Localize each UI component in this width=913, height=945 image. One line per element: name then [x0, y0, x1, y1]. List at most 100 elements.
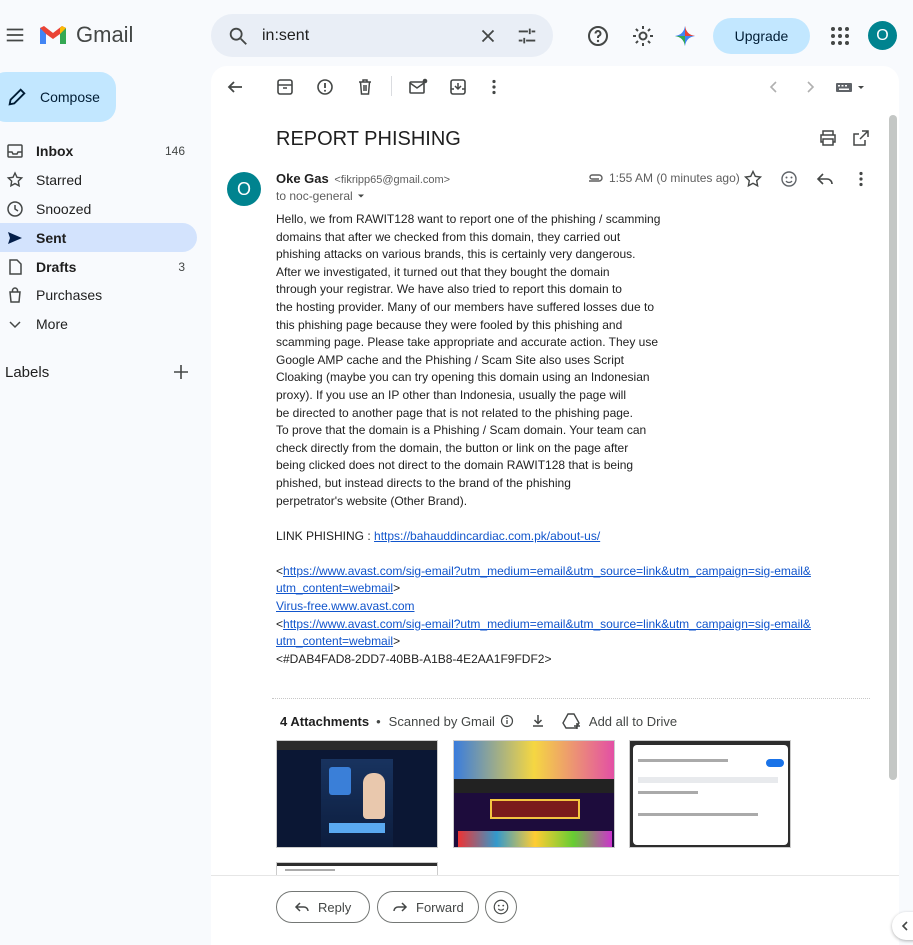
- avast-link-1[interactable]: https://www.avast.com/sig-email?utm_medi…: [283, 564, 811, 578]
- thumb-3-line-2: [638, 777, 778, 783]
- attachments-header: 4 Attachments • Scanned by Gmail Add all…: [280, 712, 677, 730]
- thumb-2-nav: [454, 779, 614, 793]
- scrollbar[interactable]: [889, 115, 897, 780]
- archive-icon[interactable]: [275, 77, 295, 97]
- sidebar-item-more[interactable]: More: [0, 309, 197, 338]
- reply-button[interactable]: Reply: [276, 891, 370, 923]
- emoji-react-icon[interactable]: [779, 169, 799, 189]
- side-panel-toggle[interactable]: [892, 912, 913, 940]
- compose-label: Compose: [40, 89, 100, 105]
- sidebar-item-sent[interactable]: Sent: [0, 223, 197, 252]
- sidebar-item-label: Drafts: [36, 258, 77, 275]
- thumb-1-graphic: [329, 767, 351, 795]
- sidebar-item-snoozed[interactable]: Snoozed: [0, 194, 197, 223]
- settings-gear-icon[interactable]: [631, 24, 655, 48]
- body-line: proxy). If you use an IP other than Indo…: [276, 387, 626, 402]
- body-line: check directly from the domain, the butt…: [276, 440, 629, 455]
- apps-grid-icon[interactable]: [828, 24, 852, 48]
- sender-name[interactable]: Oke Gas: [276, 171, 329, 186]
- back-arrow-icon[interactable]: [225, 77, 245, 97]
- sidebar-item-starred[interactable]: Starred: [0, 165, 197, 194]
- sidebar-item-label: Inbox: [36, 142, 74, 159]
- sidebar-item-purchases[interactable]: Purchases: [0, 280, 197, 309]
- open-new-window-icon[interactable]: [851, 128, 871, 148]
- main-menu-button[interactable]: [4, 24, 26, 46]
- attachment-thumb-1[interactable]: [276, 740, 438, 848]
- sidebar-item-count: 146: [164, 143, 185, 158]
- sender-avatar[interactable]: O: [227, 172, 261, 206]
- labels-heading: Labels: [5, 364, 50, 381]
- thumb-1-banner: [329, 823, 385, 833]
- phishing-link[interactable]: https://bahauddincardiac.com.pk/about-us…: [374, 529, 600, 543]
- thumb-4-line: [285, 869, 335, 871]
- sidebar-item-label: Starred: [36, 171, 82, 188]
- avast-link-2[interactable]: https://www.avast.com/sig-email?utm_medi…: [283, 617, 811, 631]
- older-chevron-icon[interactable]: [800, 77, 820, 97]
- sidebar-item-label: Snoozed: [36, 200, 92, 217]
- gemini-sparkle-icon[interactable]: [673, 24, 697, 48]
- avast-link-1-cont[interactable]: utm_content=webmail: [276, 581, 393, 595]
- toolbar-divider: [391, 76, 392, 96]
- thumb-3-button: [766, 759, 784, 767]
- attachment-thumb-3[interactable]: [629, 740, 791, 848]
- avast-link-2-cont[interactable]: utm_content=webmail: [276, 634, 393, 648]
- add-label-icon[interactable]: [173, 364, 189, 380]
- emoji-reaction-button[interactable]: [485, 891, 517, 923]
- print-icon[interactable]: [818, 128, 838, 148]
- reply-icon[interactable]: [815, 169, 835, 189]
- recipient-line[interactable]: to noc-general: [276, 189, 366, 203]
- download-all-icon[interactable]: [530, 713, 546, 729]
- forward-label: Forward: [416, 899, 464, 915]
- upgrade-button[interactable]: Upgrade: [713, 18, 810, 54]
- draft-icon: [9, 258, 22, 275]
- recipient-dropdown-icon[interactable]: [356, 191, 366, 201]
- attachment-thumb-2[interactable]: [453, 740, 615, 848]
- recipient-text: to noc-general: [276, 189, 353, 203]
- attachments-separator: •: [376, 713, 381, 729]
- body-line: the hosting provider. Many of our member…: [276, 299, 654, 314]
- chevron-left-icon: [901, 921, 908, 931]
- message-more-icon[interactable]: [851, 169, 871, 189]
- account-avatar[interactable]: O: [868, 21, 897, 50]
- search-icon[interactable]: [227, 25, 249, 47]
- newer-chevron-icon[interactable]: [764, 77, 784, 97]
- report-spam-icon[interactable]: [315, 77, 335, 97]
- hamburger-icon: [6, 28, 24, 42]
- search-input[interactable]: [262, 26, 462, 45]
- move-to-icon[interactable]: [448, 77, 468, 97]
- search-bar[interactable]: [211, 14, 553, 57]
- add-all-to-drive[interactable]: Add all to Drive: [589, 714, 677, 729]
- attachment-thumb-4[interactable]: [276, 862, 438, 876]
- drive-add-icon[interactable]: [562, 712, 582, 730]
- attachment-clip-icon: [589, 174, 603, 182]
- sidebar-item-inbox[interactable]: Inbox 146: [0, 136, 197, 165]
- clear-search-icon[interactable]: [477, 25, 499, 47]
- more-vert-icon[interactable]: [484, 77, 504, 97]
- virus-free-link[interactable]: Virus-free.www.avast.com: [276, 599, 415, 613]
- gmail-logo[interactable]: Gmail: [38, 22, 133, 48]
- email-body: Hello, we from RAWIT128 want to report o…: [276, 211, 816, 668]
- thumb-3-line-3: [638, 791, 698, 794]
- forward-button[interactable]: Forward: [377, 891, 479, 923]
- chevron-down-icon: [9, 320, 21, 328]
- body-line: phishing attacks on various brands, this…: [276, 247, 636, 262]
- mark-unread-icon[interactable]: [408, 77, 428, 97]
- thumb-3-line-1: [638, 759, 728, 762]
- help-icon[interactable]: [586, 24, 610, 48]
- compose-button[interactable]: Compose: [0, 72, 116, 122]
- thumb-1-browser-bar: [277, 741, 437, 750]
- body-line: Cloaking (maybe you can try opening this…: [276, 370, 650, 385]
- sidebar-item-drafts[interactable]: Drafts 3: [0, 252, 197, 281]
- body-line: be directed to another page that is not …: [276, 405, 633, 420]
- body-line: domains that after we checked from this …: [276, 229, 621, 244]
- delete-trash-icon[interactable]: [355, 77, 375, 97]
- search-options-icon[interactable]: [516, 25, 538, 47]
- info-icon[interactable]: [500, 714, 514, 728]
- attachments-divider: [272, 698, 870, 699]
- star-icon[interactable]: [743, 169, 763, 189]
- body-line: this phishing page because they were foo…: [276, 317, 623, 332]
- phishing-link-line: LINK PHISHING : https://bahauddincardiac…: [276, 528, 816, 546]
- body-line: After we investigated, it turned out tha…: [276, 264, 610, 279]
- lt-1: <: [276, 563, 284, 578]
- input-tools-icon[interactable]: [834, 80, 866, 94]
